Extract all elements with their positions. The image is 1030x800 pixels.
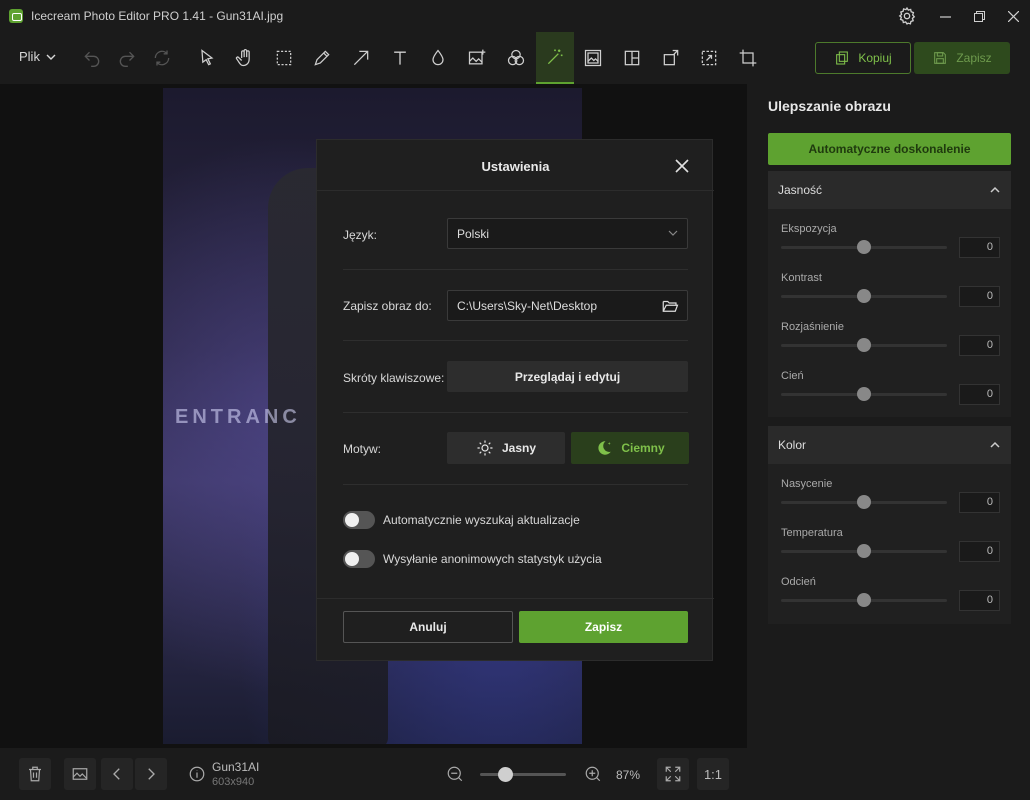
auto-update-label: Automatycznie wyszukaj aktualizacje xyxy=(383,513,580,527)
stats-row: Wysyłanie anonimowych statystyk użycia xyxy=(343,550,602,568)
divider xyxy=(343,412,688,413)
dialog-header: Ustawienia xyxy=(317,140,714,191)
moon-icon xyxy=(598,441,612,455)
browse-shortcuts-label: Przeglądaj i edytuj xyxy=(514,369,621,384)
divider xyxy=(343,484,688,485)
auto-update-row: Automatycznie wyszukaj aktualizacje xyxy=(343,511,580,529)
theme-label: Motyw: xyxy=(343,442,382,456)
cancel-label: Anuluj xyxy=(409,620,447,634)
save-path-label: Zapisz obraz do: xyxy=(343,299,432,313)
theme-dark-label: Ciemny xyxy=(621,441,665,455)
divider xyxy=(343,340,688,341)
theme-light-label: Jasny xyxy=(501,441,537,455)
dialog-footer-divider xyxy=(317,598,714,599)
browse-shortcuts-button[interactable]: Przeglądaj i edytuj xyxy=(447,361,688,392)
language-label: Język: xyxy=(343,228,378,242)
shortcuts-label: Skróty klawiszowe: xyxy=(343,371,445,385)
stats-toggle[interactable] xyxy=(343,550,375,568)
dialog-title: Ustawienia xyxy=(481,159,550,174)
theme-light-button[interactable]: Jasny xyxy=(447,432,565,464)
save-settings-label: Zapisz xyxy=(584,620,623,634)
close-dialog-icon[interactable] xyxy=(675,159,689,173)
folder-open-icon[interactable] xyxy=(661,297,679,315)
save-path-field[interactable]: C:\Users\Sky-Net\Desktop xyxy=(447,290,688,321)
cancel-button[interactable]: Anuluj xyxy=(343,611,513,643)
language-select[interactable]: Polski xyxy=(447,218,688,249)
dialog-overlay: Ustawienia Język: Polski Zapisz obraz do… xyxy=(0,0,1030,800)
language-value: Polski xyxy=(457,226,490,241)
chevron-down-icon xyxy=(668,230,678,236)
theme-dark-button[interactable]: Ciemny xyxy=(571,432,689,464)
stats-label: Wysyłanie anonimowych statystyk użycia xyxy=(383,552,602,566)
sun-icon xyxy=(477,440,493,456)
divider xyxy=(343,269,688,270)
save-settings-button[interactable]: Zapisz xyxy=(519,611,688,643)
auto-update-toggle[interactable] xyxy=(343,511,375,529)
save-path-value: C:\Users\Sky-Net\Desktop xyxy=(457,298,598,313)
settings-dialog: Ustawienia Język: Polski Zapisz obraz do… xyxy=(316,139,714,661)
